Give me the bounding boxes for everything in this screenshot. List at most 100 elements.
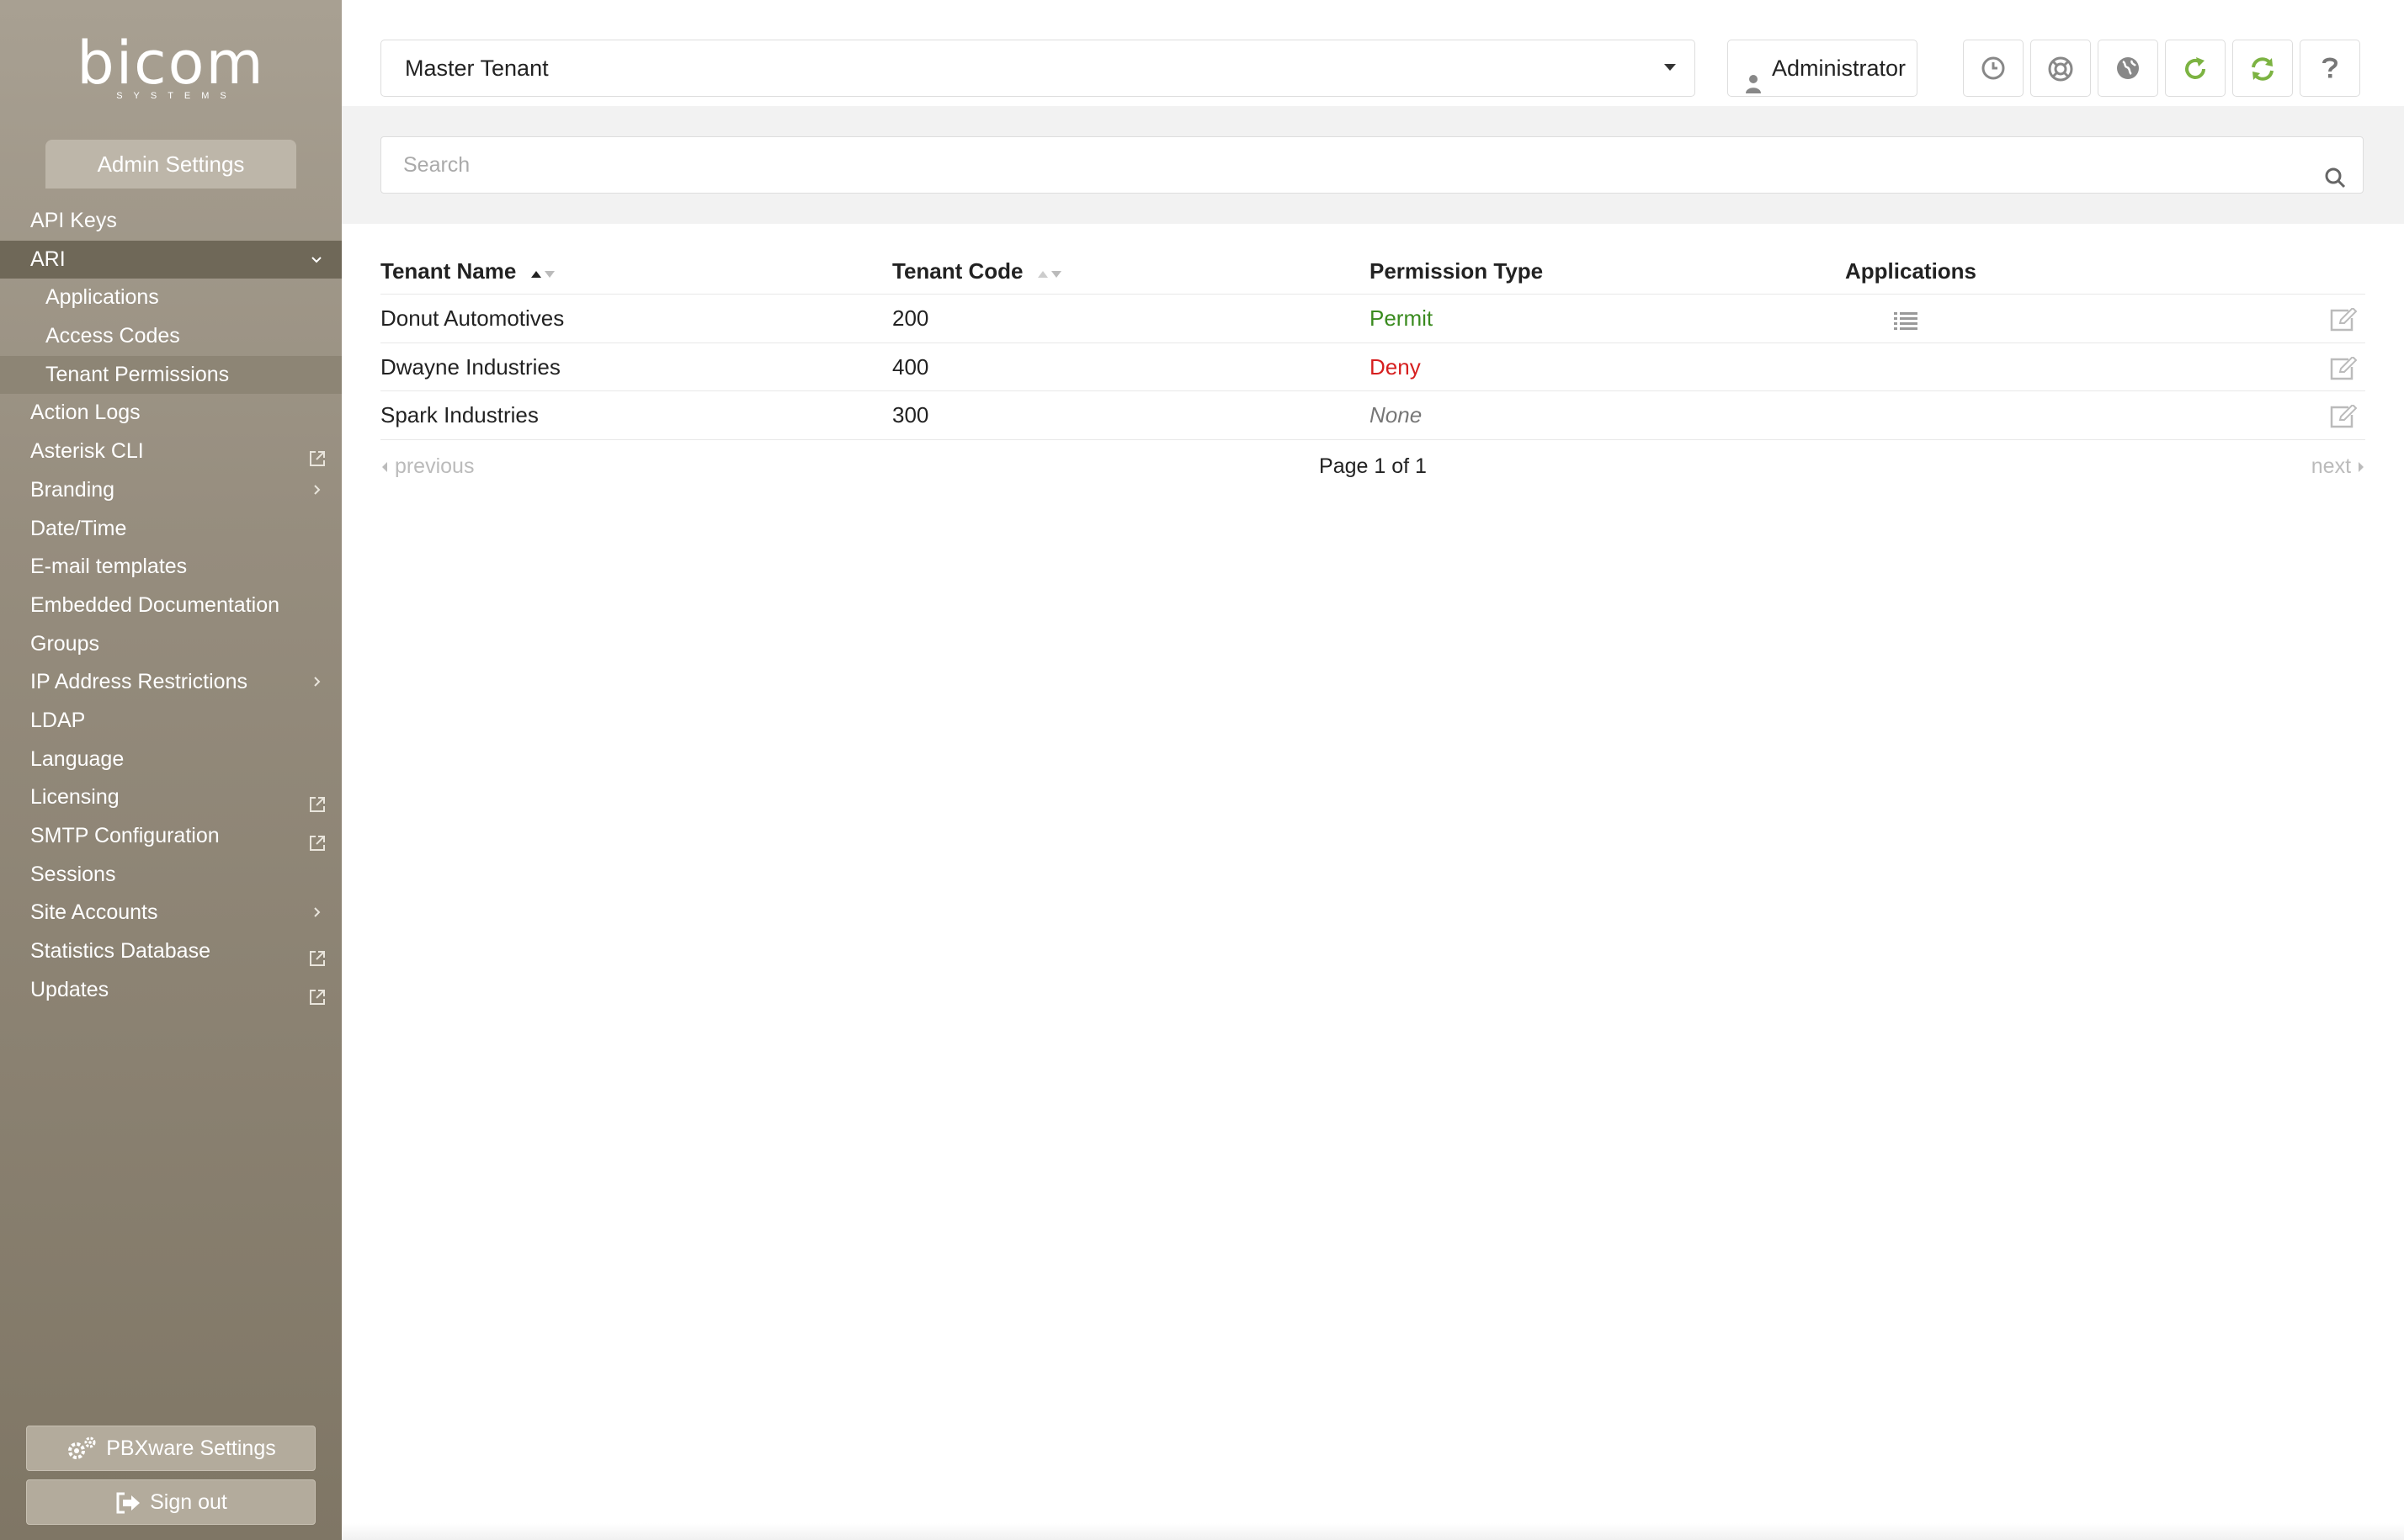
permission-type-cell: Permit — [1370, 305, 1433, 331]
table-row[interactable]: Dwayne Industries 400 Deny — [380, 343, 2365, 391]
sidebar-item-action-logs[interactable]: Action Logs — [0, 394, 342, 433]
top-bar: Master Tenant Administrator — [342, 0, 2404, 106]
chevron-right-icon — [310, 663, 323, 702]
chevron-down-icon — [310, 241, 323, 279]
sidebar-item-label: Branding — [30, 477, 115, 502]
sidebar-item-label: Language — [30, 746, 125, 771]
edit-icon[interactable] — [2330, 355, 2358, 386]
bicom-logo[interactable]: bicom SYSTEMS — [76, 34, 266, 106]
sort-icon[interactable] — [530, 254, 556, 291]
external-link-icon — [308, 827, 327, 851]
sidebar-item-label: SMTP Configuration — [30, 824, 220, 847]
sidebar-item-label: Embedded Documentation — [30, 592, 280, 617]
sync-button[interactable] — [2232, 40, 2293, 97]
sidebar-item-date-time[interactable]: Date/Time — [0, 510, 342, 549]
search-band: Search — [342, 106, 2404, 224]
sidebar-item-label: IP Address Restrictions — [30, 670, 247, 694]
table-row[interactable]: Spark Industries 300 None — [380, 391, 2365, 440]
sidebar-item-label: Statistics Database — [30, 939, 210, 964]
sidebar-item-access-codes[interactable]: Access Codes — [0, 317, 342, 356]
pbxware-settings-button[interactable]: PBXware Settings — [26, 1426, 316, 1471]
column-header-tenant-name[interactable]: Tenant Name — [380, 252, 556, 291]
sidebar-menu: API Keys ARI Applications Access Codes T… — [0, 202, 342, 1009]
table-row[interactable]: Donut Automotives 200 Permit — [380, 295, 2365, 343]
column-header-tenant-code[interactable]: Tenant Code — [892, 252, 1063, 291]
column-label: Permission Type — [1370, 258, 1544, 284]
sidebar-item-label: Applications — [45, 285, 159, 310]
logo-word: bicom — [77, 29, 265, 98]
sidebar-item-applications[interactable]: Applications — [0, 279, 342, 317]
sidebar-item-licensing[interactable]: Licensing — [0, 778, 342, 817]
chevron-right-icon — [310, 894, 323, 932]
search-icon[interactable] — [2324, 154, 2346, 210]
pagination: previous Page 1 of 1 next — [380, 454, 2365, 488]
sidebar-item-language[interactable]: Language — [0, 741, 342, 779]
sidebar-item-ip-address-restrictions[interactable]: IP Address Restrictions — [0, 663, 342, 702]
sidebar-item-sessions[interactable]: Sessions — [0, 856, 342, 895]
tenant-name-cell: Donut Automotives — [380, 305, 565, 331]
edit-icon[interactable] — [2330, 403, 2358, 434]
sidebar-item-embedded-documentation[interactable]: Embedded Documentation — [0, 587, 342, 625]
sidebar-item-site-accounts[interactable]: Site Accounts — [0, 894, 342, 932]
tenant-code-cell: 200 — [892, 305, 929, 331]
sidebar-item-label: Sessions — [30, 862, 116, 886]
sidebar-item-asterisk-cli[interactable]: Asterisk CLI — [0, 433, 342, 471]
column-label: Tenant Code — [892, 258, 1024, 284]
user-menu-label: Administrator — [1772, 56, 1907, 81]
sidebar-item-label: Groups — [30, 631, 99, 656]
search-placeholder: Search — [403, 153, 471, 177]
support-button[interactable] — [2030, 40, 2091, 97]
next-page-link[interactable]: next — [2311, 454, 2365, 479]
bottom-strip — [342, 1523, 2404, 1540]
sidebar-item-label: Date/Time — [30, 516, 127, 540]
user-menu-button[interactable]: Administrator — [1727, 40, 1917, 97]
chevron-right-icon — [310, 471, 323, 510]
tenant-permissions-table: Tenant Name Tenant Code Permission Type … — [380, 252, 2365, 440]
search-input[interactable]: Search — [380, 136, 2364, 194]
lifebuoy-icon — [2047, 56, 2074, 86]
sidebar-item-api-keys[interactable]: API Keys — [0, 202, 342, 241]
external-link-icon — [308, 789, 327, 813]
sidebar-item-branding[interactable]: Branding — [0, 471, 342, 510]
gears-icon — [66, 1436, 106, 1460]
permission-type-cell: None — [1370, 402, 1423, 427]
sidebar-item-label: Site Accounts — [30, 900, 158, 925]
sidebar-item-label: Tenant Permissions — [45, 362, 230, 386]
column-label: Tenant Name — [380, 258, 517, 284]
admin-settings-tab[interactable]: Admin Settings — [45, 140, 296, 189]
sidebar-item-updates[interactable]: Updates — [0, 971, 342, 1010]
help-button[interactable] — [2300, 40, 2360, 97]
sidebar-item-ldap[interactable]: LDAP — [0, 702, 342, 741]
reload-button[interactable] — [2165, 40, 2226, 97]
sync-icon — [2249, 57, 2276, 86]
reload-icon — [2182, 57, 2209, 86]
tenant-name-cell: Spark Industries — [380, 402, 539, 427]
sidebar-item-tenant-permissions[interactable]: Tenant Permissions — [0, 355, 342, 395]
sidebar-item-groups[interactable]: Groups — [0, 625, 342, 664]
edit-icon[interactable] — [2330, 306, 2358, 337]
tenant-select[interactable]: Master Tenant — [380, 40, 1695, 97]
external-link-icon — [308, 943, 327, 967]
sign-out-button[interactable]: Sign out — [26, 1479, 316, 1525]
sidebar-item-label: API Keys — [30, 209, 117, 232]
history-button[interactable] — [1963, 40, 2024, 97]
help-icon — [2320, 57, 2340, 84]
column-header-applications: Applications — [1845, 252, 1976, 289]
pbxware-settings-label: PBXware Settings — [106, 1436, 276, 1460]
sidebar-item-smtp-configuration[interactable]: SMTP Configuration — [0, 817, 342, 856]
tenant-code-cell: 400 — [892, 353, 929, 380]
sidebar-item-label: Updates — [30, 977, 109, 1001]
sidebar-item-email-templates[interactable]: E-mail templates — [0, 548, 342, 587]
sort-icon[interactable] — [1037, 254, 1063, 291]
sidebar-item-label: Action Logs — [30, 401, 141, 425]
sidebar-item-ari[interactable]: ARI — [0, 240, 342, 279]
list-icon[interactable] — [1894, 310, 1917, 336]
sidebar-item-label: Licensing — [30, 785, 120, 810]
sidebar-item-label: ARI — [30, 247, 66, 271]
sidebar-item-label: Asterisk CLI — [30, 439, 144, 464]
tenant-code-cell: 300 — [892, 402, 929, 427]
column-header-permission-type: Permission Type — [1370, 252, 1543, 289]
language-button[interactable] — [2098, 40, 2158, 97]
tenant-select-value: Master Tenant — [405, 56, 549, 81]
sidebar-item-statistics-database[interactable]: Statistics Database — [0, 932, 342, 971]
